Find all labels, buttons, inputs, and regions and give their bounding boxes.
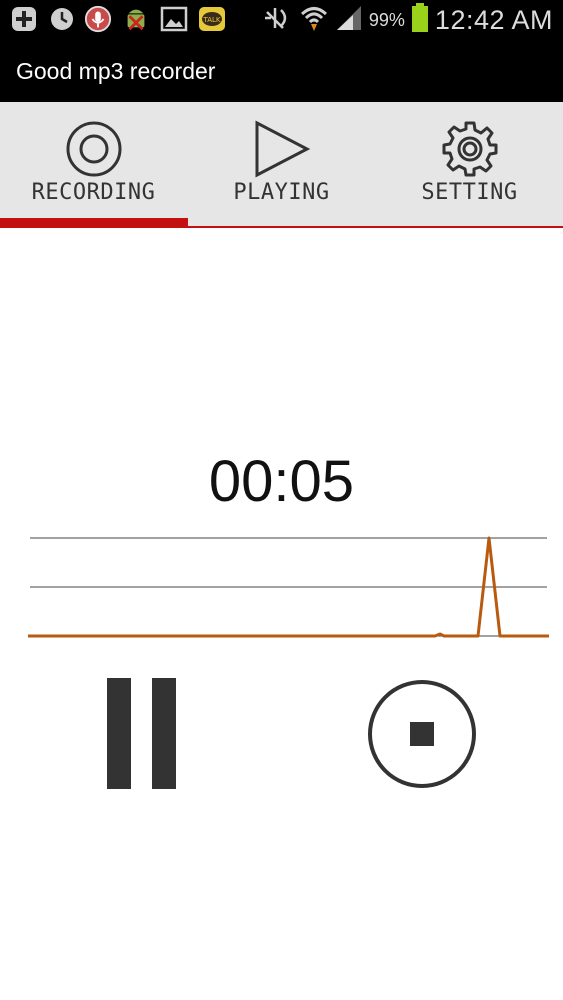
signal-icon — [335, 4, 363, 36]
pause-button[interactable] — [100, 672, 184, 796]
elapsed-timer: 00:05 — [208, 449, 355, 514]
gallery-icon — [160, 5, 188, 33]
add-icon — [10, 5, 38, 33]
mic-icon — [84, 5, 112, 33]
status-time: 12:42 AM — [434, 4, 553, 35]
alarm-icon — [48, 5, 76, 33]
tab-playing[interactable]: PLAYING — [188, 102, 375, 227]
battery-icon — [411, 3, 429, 37]
kakaotalk-icon: TALK — [198, 5, 226, 33]
app-title: Good mp3 recorder — [16, 58, 216, 84]
app-title-bar: Good mp3 recorder — [0, 40, 563, 102]
status-bar: TALK 99% 12:42 AM — [0, 0, 563, 40]
wifi-icon — [299, 3, 329, 37]
tab-selected-indicator — [0, 218, 188, 227]
tab-recording-label: RECORDING — [31, 180, 156, 205]
tab-recording[interactable]: RECORDING — [0, 102, 187, 227]
tab-bar: RECORDING PLAYING SETTING — [0, 102, 563, 227]
waveform-graph — [28, 536, 549, 638]
record-icon — [66, 121, 121, 177]
battery-percent: 99% — [368, 9, 405, 30]
pause-icon — [107, 678, 176, 789]
svg-text:TALK: TALK — [202, 16, 220, 24]
tab-setting[interactable]: SETTING — [376, 102, 563, 227]
tab-setting-label: SETTING — [421, 180, 518, 205]
android-icon — [122, 5, 150, 33]
stop-button[interactable] — [364, 676, 480, 792]
stop-icon — [368, 680, 476, 788]
mute-icon — [261, 4, 293, 36]
play-icon — [255, 120, 310, 178]
gear-icon — [442, 121, 497, 177]
tab-playing-label: PLAYING — [233, 180, 330, 205]
